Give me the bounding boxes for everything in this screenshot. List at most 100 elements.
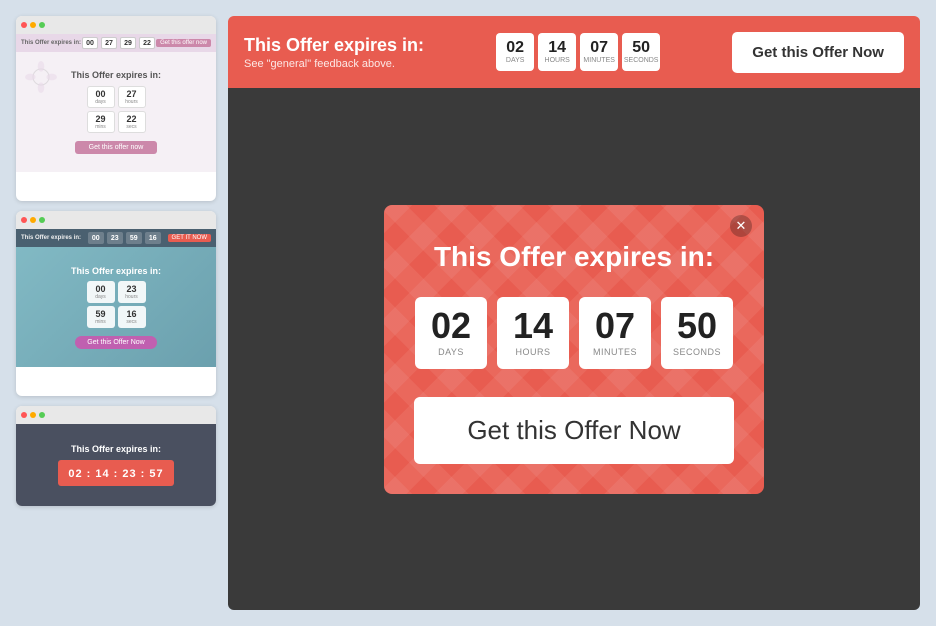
card2-hours-box: 23 hours	[118, 281, 146, 303]
top-bar-subtitle: See "general" feedback above.	[244, 58, 424, 70]
popup-days-label: DAYS	[438, 347, 464, 357]
card2-days-box: 00 days	[87, 281, 115, 303]
card1-minutes-box: 29 mins	[87, 111, 115, 133]
card2-body: This Offer expires in: 00 days 23 hours …	[16, 247, 216, 367]
card3-body: This Offer expires in: 02 : 14 : 23 : 57	[16, 424, 216, 506]
dot-yellow-1	[30, 22, 36, 28]
sidebar: This Offer expires in: 00 27 29 22 Get t…	[16, 16, 216, 610]
top-minutes-num: 07	[590, 40, 608, 56]
card1-days-box: 00 days	[87, 86, 115, 108]
popup-seconds-box: 50 SECONDS	[661, 297, 733, 369]
top-minutes-box: 07 MINUTES	[580, 33, 618, 71]
popup-days-num: 02	[431, 308, 471, 344]
card2-cta-button[interactable]: Get this Offer Now	[75, 336, 156, 349]
card1-hours-label: hours	[125, 99, 138, 105]
popup-minutes-box: 07 MINUTES	[579, 297, 651, 369]
card1-minutes-num: 29	[95, 114, 105, 124]
card2-header-box-h: 23	[107, 232, 123, 244]
card1-header-box-m: 29	[120, 37, 136, 49]
top-bar-title: This Offer expires in:	[244, 35, 424, 56]
card2-seconds-box: 16 secs	[118, 306, 146, 328]
card3-titlebar	[16, 406, 216, 424]
card2-seconds-num: 16	[126, 309, 136, 319]
top-seconds-num: 50	[632, 40, 650, 56]
card1-cta-button[interactable]: Get this offer now	[75, 141, 158, 154]
card1-header-times: 00 27 29 22	[82, 37, 155, 49]
top-days-num: 02	[506, 40, 524, 56]
floral-decoration	[21, 57, 61, 97]
card2-header-cta[interactable]: GET IT NOW	[168, 234, 211, 242]
popup-hours-num: 14	[513, 308, 553, 344]
top-seconds-label: SECONDS	[624, 57, 659, 64]
card2-header-box-m: 59	[126, 232, 142, 244]
popup-title: This Offer expires in:	[434, 241, 714, 273]
card2-countdown: 00 days 23 hours 59 mins 16 secs	[87, 281, 146, 328]
dot-green-3	[39, 412, 45, 418]
top-bar-cta-button[interactable]: Get this Offer Now	[732, 32, 904, 73]
popup-seconds-label: SECONDS	[673, 347, 721, 357]
card1-header-title: This Offer expires in:	[21, 40, 81, 46]
content-area: ✕ This Offer expires in: 02 DAYS 14 HOUR…	[228, 88, 920, 610]
card1-titlebar	[16, 16, 216, 34]
card3-timer-bar: 02 : 14 : 23 : 57	[58, 460, 173, 486]
card1-days-label: days	[95, 99, 106, 105]
card2-header-times: 00 23 59 16	[88, 232, 161, 244]
main-area: This Offer expires in: See "general" fee…	[228, 16, 920, 610]
dot-red-1	[21, 22, 27, 28]
card1-hours-box: 27 hours	[118, 86, 146, 108]
card2-minutes-label: mins	[95, 319, 106, 325]
card1-header: This Offer expires in: 00 27 29 22 Get t…	[16, 34, 216, 52]
top-seconds-box: 50 SECONDS	[622, 33, 660, 71]
top-bar-left: This Offer expires in: See "general" fee…	[244, 35, 424, 70]
popup-minutes-num: 07	[595, 308, 635, 344]
card2-hours-label: hours	[125, 294, 138, 300]
card1-popup-title: This Offer expires in:	[71, 70, 161, 80]
card1-days-num: 00	[95, 89, 105, 99]
dot-yellow-2	[30, 217, 36, 223]
card2-header-box-s: 16	[145, 232, 161, 244]
top-hours-label: HOURS	[545, 57, 570, 64]
card1-seconds-num: 22	[126, 114, 136, 124]
card1-header-cta[interactable]: Get this offer now	[156, 39, 211, 47]
sidebar-card-1: This Offer expires in: 00 27 29 22 Get t…	[16, 16, 216, 201]
dot-green-2	[39, 217, 45, 223]
top-minutes-label: MINUTES	[583, 57, 615, 64]
main-container: This Offer expires in: 00 27 29 22 Get t…	[0, 0, 936, 626]
dot-green-1	[39, 22, 45, 28]
card1-seconds-box: 22 secs	[118, 111, 146, 133]
top-days-label: DAYS	[506, 57, 525, 64]
card2-popup-title: This Offer expires in:	[71, 266, 161, 276]
card2-header: This Offer expires in: 00 23 59 16 GET I…	[16, 229, 216, 247]
card1-header-box-d: 00	[82, 37, 98, 49]
card1-header-box-s: 22	[139, 37, 155, 49]
card2-seconds-label: secs	[126, 319, 136, 325]
card2-minutes-num: 59	[95, 309, 105, 319]
popup-hours-box: 14 HOURS	[497, 297, 569, 369]
popup-minutes-label: MINUTES	[593, 347, 637, 357]
card1-countdown: 00 days 27 hours 29 mins 22 secs	[87, 86, 146, 133]
popup-close-button[interactable]: ✕	[730, 215, 752, 237]
card2-days-label: days	[95, 294, 106, 300]
popup-seconds-num: 50	[677, 308, 717, 344]
popup-cta-button[interactable]: Get this Offer Now	[414, 397, 734, 464]
popup-card: ✕ This Offer expires in: 02 DAYS 14 HOUR…	[384, 205, 764, 494]
dot-red-2	[21, 217, 27, 223]
popup-countdown: 02 DAYS 14 HOURS 07 MINUTES 50 SECONDS	[415, 297, 733, 369]
card1-seconds-label: secs	[126, 124, 136, 130]
top-hours-box: 14 HOURS	[538, 33, 576, 71]
sidebar-card-2: This Offer expires in: 00 23 59 16 GET I…	[16, 211, 216, 396]
top-hours-num: 14	[548, 40, 566, 56]
dot-red-3	[21, 412, 27, 418]
dot-yellow-3	[30, 412, 36, 418]
popup-hours-label: HOURS	[515, 347, 550, 357]
card2-header-box-d: 00	[88, 232, 104, 244]
card1-hours-num: 27	[126, 89, 136, 99]
sidebar-card-3: This Offer expires in: 02 : 14 : 23 : 57	[16, 406, 216, 506]
card2-header-title: This Offer expires in:	[21, 235, 81, 241]
card3-timer-text: 02 : 14 : 23 : 57	[68, 468, 163, 480]
card1-header-box-h: 27	[101, 37, 117, 49]
card3-title: This Offer expires in:	[71, 444, 161, 454]
card1-body: This Offer expires in: 00 days 27 hours …	[16, 52, 216, 172]
top-bar: This Offer expires in: See "general" fee…	[228, 16, 920, 88]
card1-minutes-label: mins	[95, 124, 106, 130]
